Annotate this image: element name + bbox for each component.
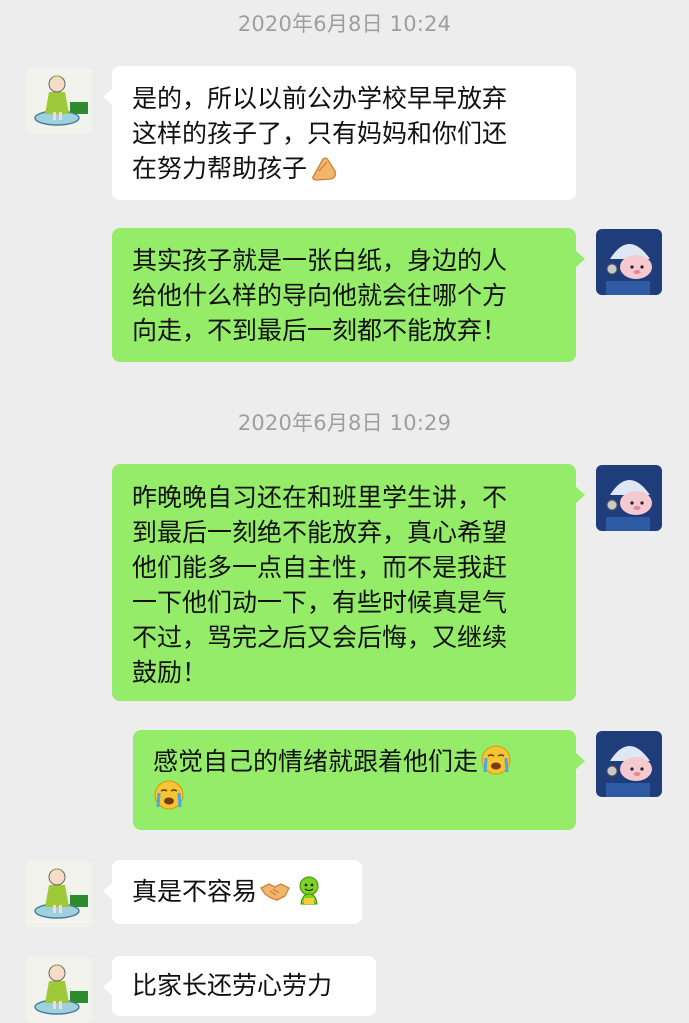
handshake-icon	[260, 883, 290, 901]
contact-avatar[interactable]	[26, 861, 92, 927]
message-bubble-incoming[interactable]: 是的，所以以前公办学校早早放弃 这样的孩子了，只有妈妈和你们还 在努力帮助孩子	[103, 66, 576, 200]
my-avatar[interactable]	[596, 465, 662, 531]
timestamp: 2020年6月8日 10:24	[237, 12, 452, 36]
message-line: 比家长还劳心劳力	[132, 971, 333, 1000]
message-line: 昨晚晚自习还在和班里学生讲，不	[132, 483, 508, 512]
message-bubble-outgoing[interactable]: 昨晚晚自习还在和班里学生讲，不 到最后一刻绝不能放弃，真心希望 他们能多一点自主…	[112, 464, 585, 701]
message-line	[153, 779, 560, 814]
message-line: 他们能多一点自主性，而不是我赶	[132, 553, 508, 582]
message-line: 其实孩子就是一张白纸，身边的人	[132, 246, 508, 275]
timestamp: 2020年6月8日 10:29	[237, 411, 452, 435]
clapping-hands-icon	[312, 157, 337, 181]
message-line: 向走，不到最后一刻都不能放弃！	[132, 316, 508, 345]
message-line: 鼓励！	[132, 658, 208, 687]
message-line: 在努力帮助孩子	[132, 151, 558, 186]
crying-face-icon	[481, 745, 511, 775]
message-line: 真是不容易	[132, 874, 346, 909]
green-smiley-icon	[299, 876, 319, 905]
message-line: 是的，所以以前公办学校早早放弃	[132, 84, 508, 113]
chat-view: 2020年6月8日 10:24 是的，所以以前公办学校早早放弃 这样的孩子了，只…	[0, 0, 689, 1023]
contact-avatar[interactable]	[26, 957, 92, 1023]
contact-avatar[interactable]	[26, 68, 92, 134]
message-line: 不过，骂完之后又会后悔，又继续	[132, 623, 508, 652]
message-bubble-outgoing[interactable]: 感觉自己的情绪就跟着他们走	[133, 730, 585, 830]
message-line: 这样的孩子了，只有妈妈和你们还	[132, 119, 508, 148]
message-bubble-incoming[interactable]: 比家长还劳心劳力	[103, 956, 376, 1016]
my-avatar[interactable]	[596, 229, 662, 295]
my-avatar[interactable]	[596, 731, 662, 797]
message-bubble-incoming[interactable]: 真是不容易	[103, 860, 362, 924]
message-bubble-outgoing[interactable]: 其实孩子就是一张白纸，身边的人 给他什么样的导向他就会往哪个方 向走，不到最后一…	[112, 228, 585, 362]
message-line: 到最后一刻绝不能放弃，真心希望	[132, 518, 508, 547]
crying-face-icon	[154, 780, 184, 810]
message-line: 给他什么样的导向他就会往哪个方	[132, 281, 508, 310]
message-line: 一下他们动一下，有些时候真是气	[132, 588, 508, 617]
message-line: 感觉自己的情绪就跟着他们走	[153, 744, 560, 779]
